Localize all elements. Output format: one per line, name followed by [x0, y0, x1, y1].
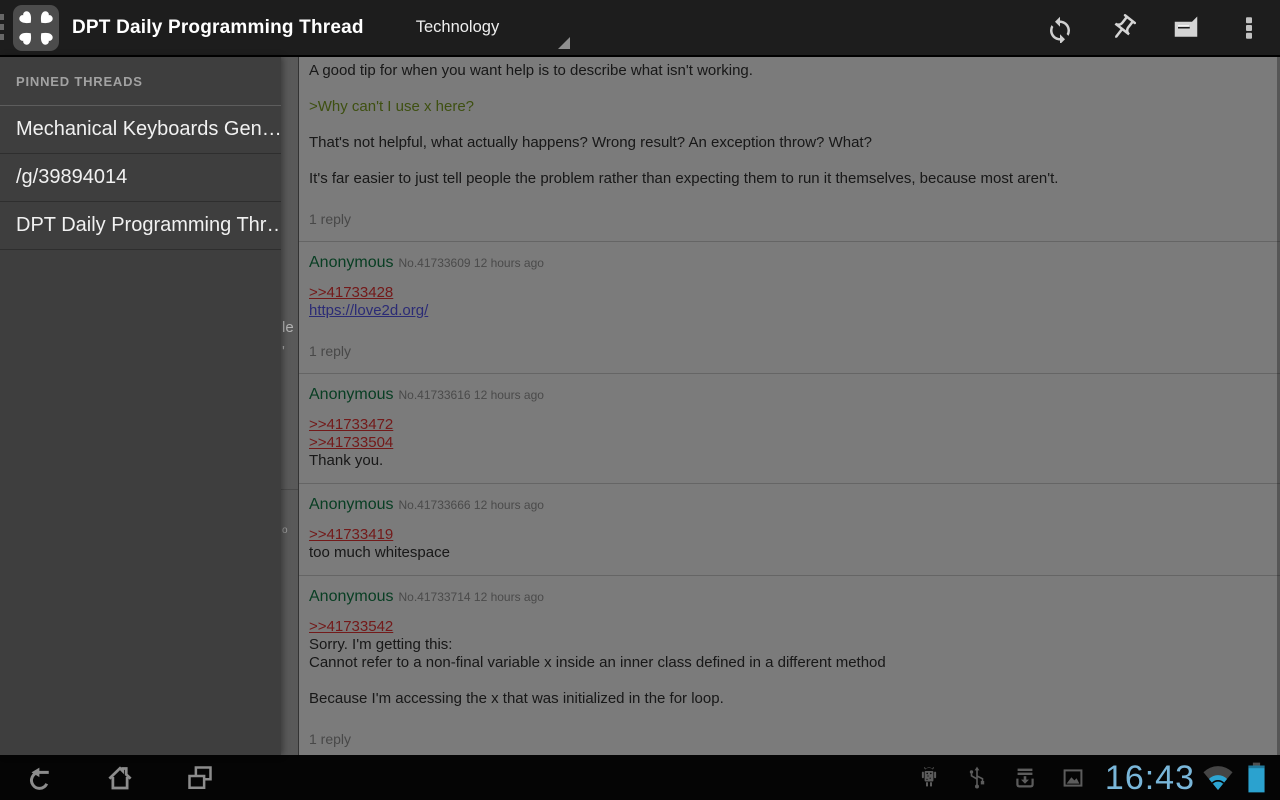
drawer-item[interactable]: /g/39894014	[0, 154, 281, 202]
post-paragraph: >Why can't I use x here?	[309, 98, 1270, 116]
strip-divider	[281, 489, 298, 490]
occluded-text-fragment: le	[282, 319, 294, 336]
post-paragraph: >>41733542Sorry. I'm getting this:Cannot…	[309, 618, 1270, 672]
fourchan-clover-icon[interactable]	[13, 5, 59, 51]
post-header: Anonymous No.41733666 12 hours ago	[309, 496, 1270, 514]
post-number-timestamp: No.41733609 12 hours ago	[399, 256, 544, 270]
main-row: PINNED THREADS Mechanical Keyboards Gen……	[0, 57, 1280, 755]
quote-link[interactable]: >>41733542	[309, 618, 1270, 636]
post-paragraph: >>41733472>>41733504Thank you.	[309, 416, 1270, 470]
system-nav-bar: 16:43	[0, 755, 1280, 800]
post-paragraph: It's far easier to just tell people the …	[309, 170, 1270, 188]
post-paragraph: >>41733419too much whitespace	[309, 526, 1270, 562]
pin-icon[interactable]	[1091, 0, 1154, 55]
post-text: Cannot refer to a non-final variable x i…	[309, 654, 1270, 672]
post-paragraph: A good tip for when you want help is to …	[309, 62, 1270, 80]
url-link[interactable]: https://love2d.org/	[309, 302, 1270, 320]
post[interactable]: A good tip for when you want help is to …	[299, 57, 1280, 242]
post-author: Anonymous	[309, 496, 394, 513]
home-icon[interactable]	[104, 761, 136, 795]
action-bar-actions	[1028, 0, 1280, 55]
post[interactable]: Anonymous No.41733666 12 hours ago >>41733…	[299, 484, 1280, 576]
refresh-icon[interactable]	[1028, 0, 1091, 55]
post[interactable]: Anonymous No.41733609 12 hours ago >>41733…	[299, 242, 1280, 374]
dimmed-pane-strip: le'oo	[281, 57, 299, 755]
pinned-threads-drawer: PINNED THREADS Mechanical Keyboards Gen……	[0, 57, 281, 755]
reply-count[interactable]: 1 reply	[309, 210, 1270, 228]
post-author: Anonymous	[309, 588, 394, 605]
spinner-caret-icon	[558, 37, 570, 49]
quote-link[interactable]: >>41733419	[309, 526, 1270, 544]
post-author: Anonymous	[309, 386, 394, 403]
reply-count[interactable]: 1 reply	[309, 342, 1270, 360]
wifi-icon	[1201, 764, 1235, 791]
drawer-item[interactable]: DPT Daily Programming Thr…	[0, 202, 281, 250]
post-number-timestamp: No.41733616 12 hours ago	[399, 388, 544, 402]
quote-link[interactable]: >>41733428	[309, 284, 1270, 302]
post-text: A good tip for when you want help is to …	[309, 62, 1270, 80]
recents-icon[interactable]	[184, 761, 216, 795]
usb-icon	[965, 765, 989, 791]
post-number-timestamp: No.41733666 12 hours ago	[399, 498, 544, 512]
occluded-text-fragment: '	[282, 343, 285, 360]
post[interactable]: Anonymous No.41733616 12 hours ago >>41733…	[299, 374, 1280, 484]
gallery-icon	[1061, 765, 1085, 791]
post-paragraph: That's not helpful, what actually happen…	[309, 134, 1270, 152]
post-header: Anonymous No.41733714 12 hours ago	[309, 588, 1270, 606]
board-spinner[interactable]: Technology	[398, 0, 576, 55]
quote-link[interactable]: >>41733472	[309, 416, 1270, 434]
post-text: Because I'm accessing the x that was ini…	[309, 690, 1270, 708]
post-header: Anonymous No.41733609 12 hours ago	[309, 254, 1270, 272]
back-icon[interactable]	[24, 761, 56, 795]
status-area: 16:43	[893, 761, 1280, 795]
post-text: It's far easier to just tell people the …	[309, 170, 1270, 188]
post-text: Sorry. I'm getting this:	[309, 636, 1270, 654]
battery-icon	[1247, 762, 1266, 793]
drawer-header: PINNED THREADS	[0, 57, 281, 106]
android-debug-icon	[917, 765, 941, 791]
post-text: too much whitespace	[309, 544, 1270, 562]
post-paragraph: Because I'm accessing the x that was ini…	[309, 690, 1270, 708]
action-bar: DPT Daily Programming Thread Technology	[0, 0, 1280, 55]
post-text: That's not helpful, what actually happen…	[309, 134, 1270, 152]
post-list: A good tip for when you want help is to …	[299, 57, 1280, 755]
post-author: Anonymous	[309, 254, 394, 271]
drawer-header-label: PINNED THREADS	[16, 74, 143, 89]
drawer-items: Mechanical Keyboards Gen…/g/39894014DPT …	[0, 106, 281, 250]
drawer-handle-icon[interactable]	[0, 14, 4, 42]
nav-buttons	[0, 761, 264, 795]
screen: DPT Daily Programming Thread Technology	[0, 0, 1280, 800]
post-paragraph: >>41733428https://love2d.org/	[309, 284, 1270, 320]
reply-icon[interactable]	[1154, 0, 1217, 55]
download-icon	[1013, 765, 1037, 791]
post-number-timestamp: No.41733714 12 hours ago	[399, 590, 544, 604]
post-header: Anonymous No.41733616 12 hours ago	[309, 386, 1270, 404]
reply-count[interactable]: 1 reply	[309, 730, 1270, 748]
quote-link[interactable]: >>41733504	[309, 434, 1270, 452]
post[interactable]: Anonymous No.41733714 12 hours ago >>41733…	[299, 576, 1280, 755]
occluded-text-fragment: o	[282, 525, 288, 536]
clock: 16:43	[1105, 761, 1195, 795]
drawer-item[interactable]: Mechanical Keyboards Gen…	[0, 106, 281, 154]
post-text: Thank you.	[309, 452, 1270, 470]
thread-content: A good tip for when you want help is to …	[299, 57, 1280, 755]
thread-title: DPT Daily Programming Thread	[72, 17, 364, 39]
greentext: >Why can't I use x here?	[309, 98, 1270, 116]
overflow-menu-icon[interactable]	[1217, 0, 1280, 55]
board-spinner-label: Technology	[416, 18, 499, 37]
